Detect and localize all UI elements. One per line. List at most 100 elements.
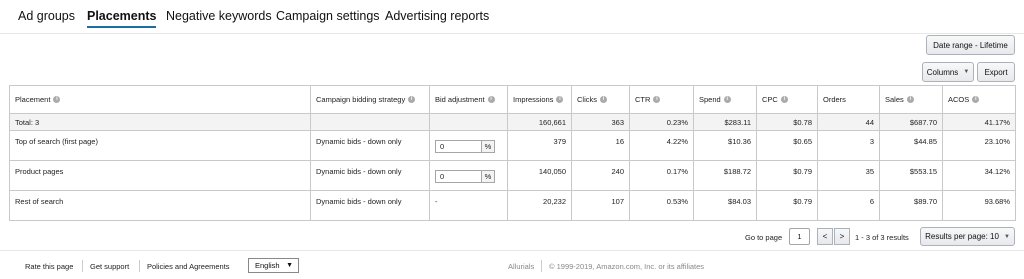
- table-row: Top of search (first page) Dynamic bids …: [9, 130, 1016, 161]
- page-number-input[interactable]: 1: [789, 228, 810, 245]
- next-page-button[interactable]: >: [834, 228, 850, 245]
- bidding-strategy: Dynamic bids - down only: [310, 130, 430, 161]
- policies-link[interactable]: Policies and Agreements: [147, 262, 230, 271]
- impressions: 20,232: [507, 190, 572, 221]
- acos: 93.68%: [942, 190, 1016, 221]
- info-icon[interactable]: i: [723, 96, 731, 103]
- header-bid-adjustment[interactable]: Bid adjustment i: [429, 85, 508, 114]
- acos: 23.10%: [942, 130, 1016, 161]
- spend: $188.72: [693, 160, 757, 191]
- divider: [139, 260, 140, 272]
- results-per-page-label: Results per page: 10: [925, 232, 999, 241]
- info-icon[interactable]: i: [487, 96, 495, 103]
- total-cpc: $0.78: [756, 113, 818, 131]
- total-spend: $283.11: [693, 113, 757, 131]
- language-value: English: [255, 261, 280, 270]
- orders: 3: [817, 130, 880, 161]
- spend: $10.36: [693, 130, 757, 161]
- info-icon[interactable]: i: [408, 96, 416, 103]
- info-icon[interactable]: i: [780, 96, 788, 103]
- info-icon[interactable]: i: [53, 96, 61, 103]
- impressions: 140,050: [507, 160, 572, 191]
- tab-bar: Ad groups Placements Negative keywords C…: [0, 0, 1024, 34]
- goto-page-label: Go to page: [745, 233, 783, 242]
- rate-page-link[interactable]: Rate this page: [25, 262, 73, 271]
- date-range-button[interactable]: Date range - Lifetime: [926, 35, 1015, 55]
- ctr: 4.22%: [629, 130, 694, 161]
- total-impressions: 160,661: [507, 113, 572, 131]
- spend: $84.03: [693, 190, 757, 221]
- sales: $89.70: [879, 190, 943, 221]
- export-button[interactable]: Export: [977, 62, 1015, 82]
- placements-table: Placement i Campaign bidding strategy i Bi…: [9, 85, 1016, 221]
- header-bidding-strategy[interactable]: Campaign bidding strategy i: [310, 85, 430, 114]
- prev-page-button[interactable]: <: [817, 228, 833, 245]
- header-acos[interactable]: ACOS i: [942, 85, 1016, 114]
- header-orders[interactable]: Orders: [817, 85, 880, 114]
- brand-text: Allurials: [508, 262, 535, 271]
- header-placement[interactable]: Placement i: [9, 85, 311, 114]
- cpc: $0.79: [756, 190, 818, 221]
- results-per-page-dropdown[interactable]: Results per page: 10 ▼: [920, 227, 1015, 246]
- total-placement: Total: 3: [9, 113, 311, 131]
- clicks: 240: [571, 160, 630, 191]
- table-row: Rest of search Dynamic bids - down only …: [9, 190, 1016, 221]
- bid-adjustment-value[interactable]: 0: [436, 141, 482, 152]
- total-sales: $687.70: [879, 113, 943, 131]
- bid-adjustment-cell: 0 %: [429, 160, 508, 191]
- info-icon[interactable]: i: [600, 96, 607, 103]
- tab-placements[interactable]: Placements: [87, 9, 157, 28]
- bidding-strategy: Dynamic bids - down only: [310, 160, 430, 191]
- bid-adjustment-input[interactable]: 0 %: [435, 140, 495, 153]
- clicks: 16: [571, 130, 630, 161]
- info-icon[interactable]: i: [556, 96, 564, 103]
- table-header-row: Placement i Campaign bidding strategy i Bi…: [9, 85, 1016, 114]
- tab-negative-keywords[interactable]: Negative keywords: [166, 9, 272, 23]
- footer: Rate this page Get support Policies and …: [0, 250, 1024, 279]
- header-cpc[interactable]: CPC i: [756, 85, 818, 114]
- language-select[interactable]: English ▼: [248, 258, 299, 273]
- tab-advertising-reports[interactable]: Advertising reports: [385, 9, 489, 23]
- ctr: 0.17%: [629, 160, 694, 191]
- tab-campaign-settings[interactable]: Campaign settings: [276, 9, 380, 23]
- divider: [82, 260, 83, 272]
- info-icon[interactable]: i: [653, 96, 661, 103]
- info-icon[interactable]: i: [906, 96, 914, 103]
- tab-ad-groups[interactable]: Ad groups: [18, 9, 75, 23]
- header-label: ACOS: [948, 95, 970, 104]
- total-strategy: [310, 113, 430, 131]
- total-clicks: 363: [571, 113, 630, 131]
- caret-down-icon: ▼: [286, 262, 293, 269]
- get-support-link[interactable]: Get support: [90, 262, 129, 271]
- header-label: Clicks: [577, 95, 597, 104]
- total-orders: 44: [817, 113, 880, 131]
- orders: 6: [817, 190, 880, 221]
- header-label: Impressions: [513, 95, 554, 104]
- percent-suffix: %: [482, 141, 494, 152]
- header-clicks[interactable]: Clicks i: [571, 85, 630, 114]
- total-acos: 41.17%: [942, 113, 1016, 131]
- header-label: CPC: [762, 95, 778, 104]
- sales: $553.15: [879, 160, 943, 191]
- header-impressions[interactable]: Impressions i: [507, 85, 572, 114]
- cpc: $0.65: [756, 130, 818, 161]
- results-range: 1 - 3 of 3 results: [855, 233, 909, 242]
- header-label: Campaign bidding strategy: [316, 95, 406, 104]
- impressions: 379: [507, 130, 572, 161]
- bid-adjustment-cell: 0 %: [429, 130, 508, 161]
- bid-adjustment-input[interactable]: 0 %: [435, 170, 495, 183]
- header-ctr[interactable]: CTR i: [629, 85, 694, 114]
- bid-adjustment-value[interactable]: 0: [436, 171, 482, 182]
- header-sales[interactable]: Sales i: [879, 85, 943, 114]
- header-label: Spend: [699, 95, 721, 104]
- export-label: Export: [984, 67, 1008, 77]
- caret-down-icon: ▼: [1003, 233, 1010, 240]
- placement-name: Top of search (first page): [9, 130, 311, 161]
- sales: $44.85: [879, 130, 943, 161]
- bidding-strategy: Dynamic bids - down only: [310, 190, 430, 221]
- columns-button[interactable]: Columns ▼: [922, 62, 974, 82]
- info-icon[interactable]: i: [972, 96, 980, 103]
- header-spend[interactable]: Spend i: [693, 85, 757, 114]
- total-ctr: 0.23%: [629, 113, 694, 131]
- clicks: 107: [571, 190, 630, 221]
